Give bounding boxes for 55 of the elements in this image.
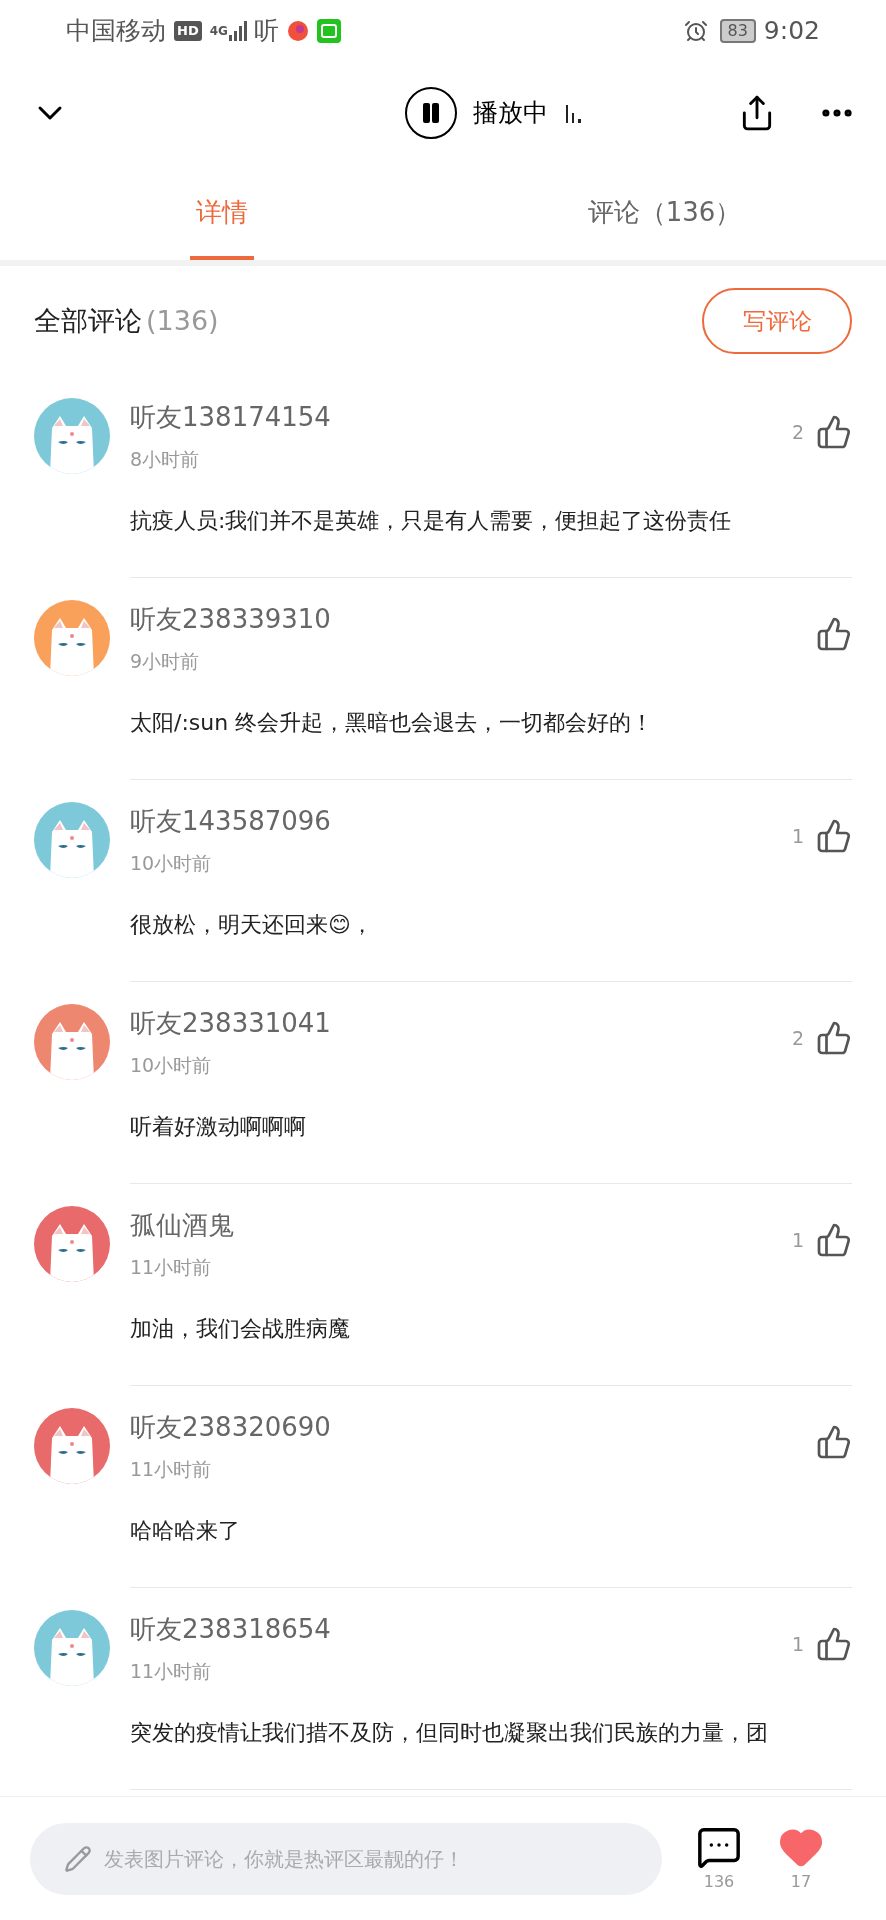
app-logo-icon — [286, 20, 309, 42]
user-name[interactable]: 听友238320690 — [130, 1408, 816, 1447]
clock-text: 9:02 — [763, 15, 820, 48]
like-count: 1 — [791, 1631, 804, 1657]
comment-time: 11小时前 — [130, 1457, 213, 1482]
comment-time: 10小时前 — [130, 1053, 213, 1078]
write-comment-button[interactable]: 写评论 — [702, 288, 852, 354]
comment-text: 突发的疫情让我们措不及防，但同时也凝聚出我们民族的力量，团 — [130, 1718, 769, 1747]
like-count: 1 — [791, 1227, 804, 1253]
comment-text: 抗疫人员:我们并不是英雄，只是有人需要，便担起了这份责任 — [130, 506, 733, 535]
like-total: 17 — [790, 1870, 812, 1893]
user-name[interactable]: 听友238331041 — [130, 1004, 792, 1043]
comment-time: 9小时前 — [130, 649, 201, 674]
like-icon[interactable] — [816, 1626, 852, 1662]
like-icon[interactable] — [816, 818, 852, 854]
user-name[interactable]: 听友238318654 — [130, 1610, 792, 1649]
network-text: 4G — [209, 23, 228, 40]
like-icon[interactable] — [816, 1222, 852, 1258]
comment-time: 11小时前 — [130, 1659, 213, 1684]
comment-time: 8小时前 — [130, 447, 201, 472]
hd-badge: HD — [174, 21, 202, 41]
comment-text: 哈哈哈来了 — [130, 1516, 241, 1545]
comment-text: 听着好激动啊啊啊 — [130, 1112, 307, 1141]
playing-status: 播放中 — [472, 97, 548, 130]
equalizer-icon — [563, 103, 584, 123]
battery-level: 83 — [719, 19, 756, 43]
like-count: 2 — [791, 419, 804, 445]
user-name[interactable]: 听友238339310 — [130, 600, 816, 639]
user-name[interactable]: 听友143587096 — [130, 802, 792, 841]
comment-count: (136) — [146, 303, 219, 338]
comment-text: 加油，我们会战胜病魔 — [130, 1314, 351, 1343]
alarm-icon — [683, 19, 708, 43]
comments-count: 136 — [703, 1870, 735, 1893]
app-logo-icon — [316, 19, 341, 43]
tab[interactable]: 详情 — [0, 164, 443, 260]
section-title: 全部评论 — [34, 303, 142, 338]
user-name[interactable]: 孤仙酒鬼 — [130, 1206, 792, 1245]
pause-button[interactable] — [404, 87, 457, 139]
like-count: 2 — [791, 1025, 804, 1051]
input-placeholder: 发表图片评论，你就是热评区最靓的仔！ — [104, 1845, 464, 1873]
app-glyph: 听 — [253, 15, 279, 48]
user-name[interactable]: 听友138174154 — [130, 398, 792, 437]
comment-text: 很放松，明天还回来😊， — [130, 910, 374, 939]
signal-icon — [227, 21, 250, 41]
like-icon[interactable] — [816, 1020, 852, 1056]
like-count: 1 — [791, 823, 804, 849]
carrier-text: 中国移动 — [66, 15, 166, 48]
comment-text: 太阳/:sun 终会升起，黑暗也会退去，一切都会好的！ — [130, 708, 655, 737]
comment-time: 11小时前 — [130, 1255, 213, 1280]
like-icon[interactable] — [816, 1424, 852, 1460]
like-icon[interactable] — [816, 616, 852, 652]
tab[interactable]: 评论（136） — [443, 164, 886, 260]
comment-time: 10小时前 — [130, 851, 213, 876]
like-icon[interactable] — [816, 414, 852, 450]
pencil-icon — [64, 1844, 92, 1873]
